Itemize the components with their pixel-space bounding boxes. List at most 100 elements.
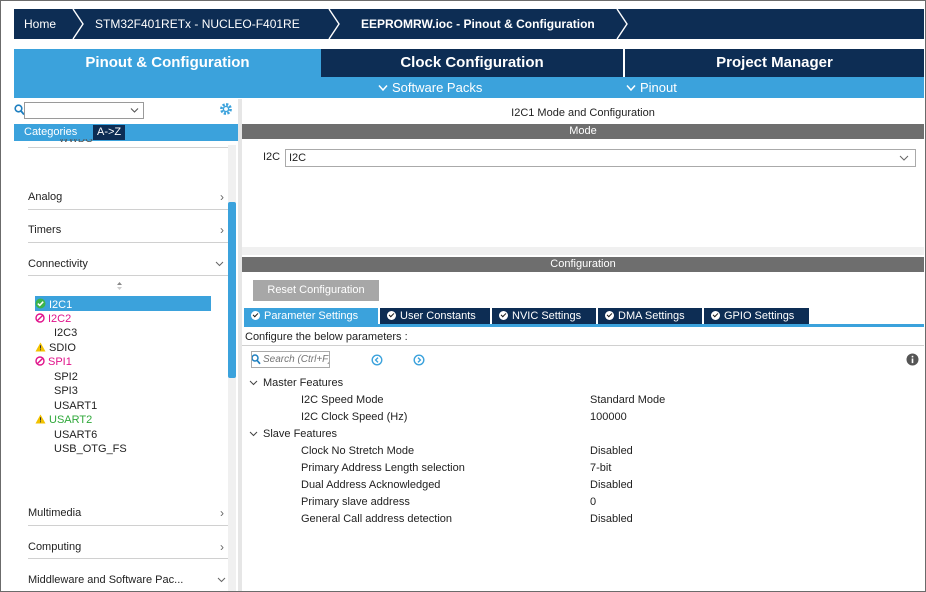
peripheral-sdio[interactable]: SDIO xyxy=(35,341,76,355)
tab-gpio-settings[interactable]: GPIO Settings xyxy=(704,308,809,324)
configure-text: Configure the below parameters : xyxy=(245,331,408,343)
tab-label: Parameter Settings xyxy=(264,310,359,322)
category-analog[interactable]: Analog › xyxy=(28,186,228,208)
breadcrumb-device[interactable]: STM32F401RETx - NUCLEO-F401RE xyxy=(95,9,300,39)
chevron-down-icon xyxy=(899,155,909,161)
tab-a-z[interactable]: A->Z xyxy=(93,125,126,140)
peripheral-spi1[interactable]: SPI1 xyxy=(35,355,72,369)
category-label: Multimedia xyxy=(28,507,82,519)
check-circle-icon xyxy=(711,311,720,320)
check-circle-icon xyxy=(499,311,508,320)
peripheral-usart1[interactable]: USART1 xyxy=(54,399,97,413)
check-circle-icon xyxy=(251,311,260,320)
info-icon[interactable] xyxy=(906,353,919,366)
tab-categories[interactable]: Categories xyxy=(20,125,82,140)
peripheral-label: SPI1 xyxy=(48,356,72,368)
tab-clock-configuration[interactable]: Clock Configuration xyxy=(321,49,623,77)
next-match-icon[interactable] xyxy=(413,354,425,366)
left-panel: Categories A->Z WWDG Analog › Timers › C… xyxy=(14,99,238,591)
chevron-down-icon xyxy=(626,85,636,92)
param-value[interactable]: 0 xyxy=(590,494,596,510)
breadcrumb-file[interactable]: EEPROMRW.ioc - Pinout & Configuration xyxy=(361,9,595,39)
category-multimedia[interactable]: Multimedia › xyxy=(28,502,228,524)
main-tab-bar: Pinout & Configuration Clock Configurati… xyxy=(14,49,924,77)
category-label: Connectivity xyxy=(28,258,88,270)
chevron-right-icon: › xyxy=(220,540,224,554)
param-name[interactable]: Primary Address Length selection xyxy=(301,460,465,476)
param-name[interactable]: Clock No Stretch Mode xyxy=(301,443,414,459)
peripheral-i2c2[interactable]: I2C2 xyxy=(35,312,71,326)
peripheral-label: SDIO xyxy=(49,341,76,354)
category-search-input[interactable] xyxy=(24,102,144,119)
warning-icon xyxy=(35,414,46,424)
category-search-bar xyxy=(14,99,238,123)
mode-select[interactable]: I2C xyxy=(285,149,916,167)
previous-match-icon[interactable] xyxy=(371,354,383,366)
divider xyxy=(28,147,228,148)
category-label: Middleware and Software Pac... xyxy=(28,574,184,586)
tab-parameter-settings[interactable]: Parameter Settings xyxy=(244,308,378,324)
chevron-right-icon: › xyxy=(220,223,224,237)
tab-pinout-configuration[interactable]: Pinout & Configuration xyxy=(14,49,321,77)
param-value[interactable]: 7-bit xyxy=(590,460,611,476)
clipped-category: WWDG xyxy=(59,139,93,145)
peripheral-i2c1[interactable]: I2C1 xyxy=(35,297,72,311)
param-value[interactable]: Standard Mode xyxy=(590,392,665,408)
software-packs-label: Software Packs xyxy=(392,80,483,95)
param-value[interactable]: Disabled xyxy=(590,511,633,527)
scrollbar-thumb[interactable] xyxy=(228,202,236,378)
configuration-header: Configuration xyxy=(242,257,924,272)
peripheral-usart2[interactable]: USART2 xyxy=(35,413,92,427)
divider xyxy=(28,525,228,526)
divider xyxy=(28,242,228,243)
gear-icon[interactable] xyxy=(219,102,233,116)
chevron-down-icon xyxy=(215,261,224,267)
param-value[interactable]: 100000 xyxy=(590,409,627,425)
category-tab-bar: Categories A->Z xyxy=(14,124,238,141)
param-name[interactable]: General Call address detection xyxy=(301,511,452,527)
mode-header: Mode xyxy=(242,124,924,139)
param-name[interactable]: Dual Address Acknowledged xyxy=(301,477,440,493)
divider xyxy=(28,275,228,276)
param-name[interactable]: I2C Clock Speed (Hz) xyxy=(301,409,407,425)
tab-project-manager[interactable]: Project Manager xyxy=(625,49,924,77)
peripheral-usart6[interactable]: USART6 xyxy=(54,428,97,442)
peripheral-i2c3[interactable]: I2C3 xyxy=(54,326,77,340)
peripheral-label: USB_OTG_FS xyxy=(54,443,127,455)
chevron-down-icon xyxy=(378,85,388,92)
category-middleware[interactable]: Middleware and Software Pac... xyxy=(28,569,228,591)
param-value[interactable]: Disabled xyxy=(590,477,633,493)
sub-tab-bar: Software Packs Pinout xyxy=(14,77,924,98)
category-label: Analog xyxy=(28,191,63,203)
breadcrumb-home[interactable]: Home xyxy=(24,9,56,39)
parameter-search-input[interactable] xyxy=(263,352,329,367)
peripheral-spi2[interactable]: SPI2 xyxy=(54,370,78,384)
tab-dma-settings[interactable]: DMA Settings xyxy=(598,308,702,324)
breadcrumb-separator-icon xyxy=(72,9,84,39)
category-computing[interactable]: Computing › xyxy=(28,536,228,558)
category-timers[interactable]: Timers › xyxy=(28,219,228,241)
chevron-down-icon xyxy=(249,380,258,386)
tab-nvic-settings[interactable]: NVIC Settings xyxy=(492,308,596,324)
sort-icon[interactable] xyxy=(116,281,123,291)
peripheral-label: USART1 xyxy=(54,399,98,412)
param-name[interactable]: Primary slave address xyxy=(301,494,410,510)
tab-label: DMA Settings xyxy=(618,310,685,322)
pinout-menu[interactable]: Pinout xyxy=(626,77,677,98)
parameter-search xyxy=(251,351,330,368)
peripheral-label: I2C3 xyxy=(54,327,78,339)
param-value[interactable]: Disabled xyxy=(590,443,633,459)
blocked-icon xyxy=(35,312,45,323)
pinout-label: Pinout xyxy=(640,80,677,95)
chevron-down-icon xyxy=(249,431,258,437)
group-master-features[interactable]: Master Features xyxy=(249,375,343,391)
peripheral-spi3[interactable]: SPI3 xyxy=(54,384,78,398)
category-connectivity[interactable]: Connectivity xyxy=(28,253,228,275)
reset-configuration-button[interactable]: Reset Configuration xyxy=(253,280,379,301)
software-packs-menu[interactable]: Software Packs xyxy=(378,77,482,98)
group-slave-features[interactable]: Slave Features xyxy=(249,426,337,442)
group-label: Slave Features xyxy=(263,428,337,440)
peripheral-usb-otg-fs[interactable]: USB_OTG_FS xyxy=(54,442,127,456)
param-name[interactable]: I2C Speed Mode xyxy=(301,392,384,408)
tab-user-constants[interactable]: User Constants xyxy=(380,308,490,324)
